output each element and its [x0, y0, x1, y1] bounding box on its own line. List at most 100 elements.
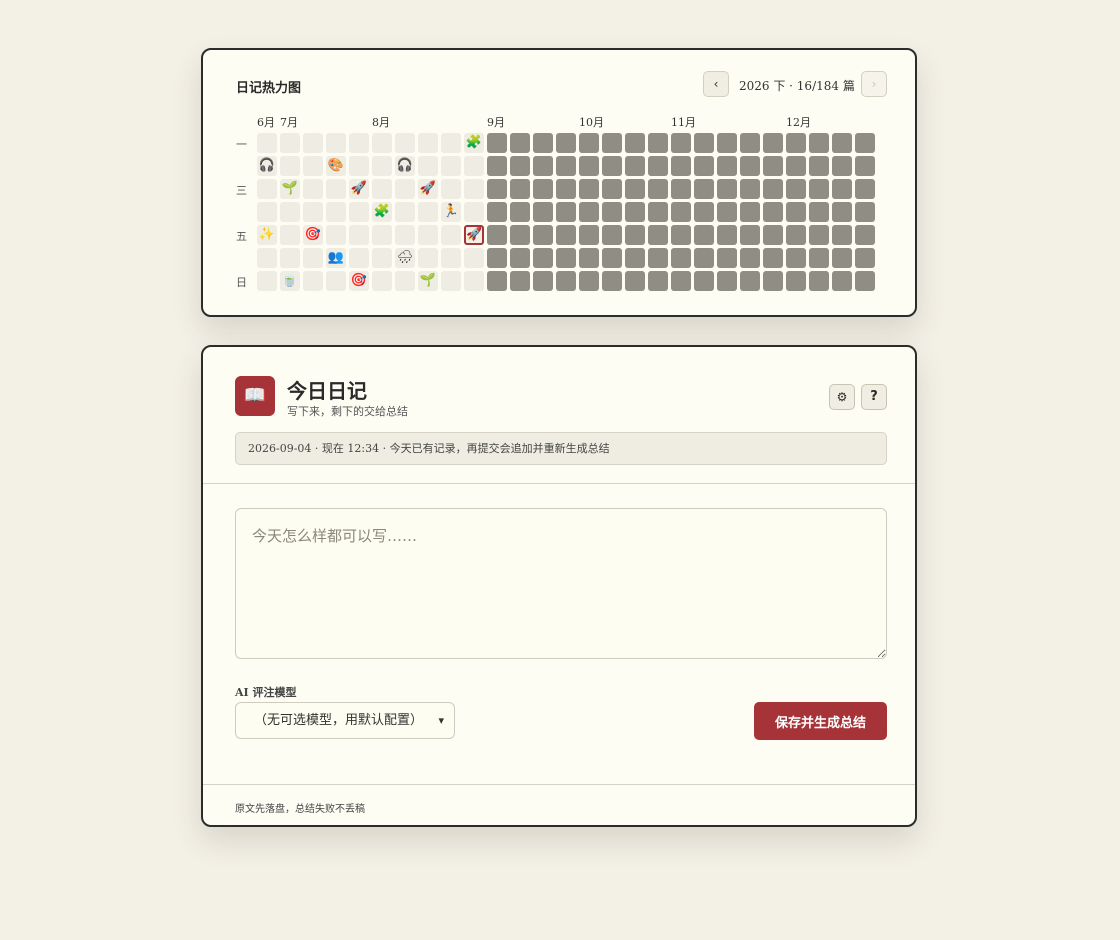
heatmap-cell-empty[interactable] — [441, 271, 461, 291]
heatmap-cell-future — [510, 156, 530, 176]
heatmap-cell-empty[interactable] — [418, 202, 438, 222]
heatmap-cell-empty[interactable] — [464, 202, 484, 222]
heatmap-cell-empty[interactable] — [326, 202, 346, 222]
heatmap-cell-entry[interactable]: 🎨 — [326, 156, 346, 176]
prev-period-button[interactable]: ‹ — [703, 71, 729, 97]
heatmap-cell-entry[interactable]: 🎧 — [257, 156, 277, 176]
heatmap-cell-empty[interactable] — [280, 156, 300, 176]
help-button[interactable]: ? — [861, 384, 887, 410]
heatmap-cell-future — [533, 202, 553, 222]
heatmap-cell-empty[interactable] — [280, 248, 300, 268]
heatmap-cell-entry[interactable]: 🚀 — [418, 179, 438, 199]
heatmap-cell-empty[interactable] — [326, 225, 346, 245]
heatmap-cell-empty[interactable] — [280, 225, 300, 245]
heatmap-cell-future — [717, 202, 737, 222]
heatmap-cell-future — [740, 271, 760, 291]
settings-button[interactable]: ⚙ — [829, 384, 855, 410]
heatmap-cell-empty[interactable] — [395, 225, 415, 245]
heatmap-cell-future — [625, 248, 645, 268]
heatmap-cell-empty[interactable] — [280, 202, 300, 222]
heatmap-cell-entry[interactable]: 🎯 — [303, 225, 323, 245]
heatmap-cell-future — [671, 133, 691, 153]
heatmap-cell-empty[interactable] — [349, 225, 369, 245]
heatmap-cell-future — [832, 133, 852, 153]
heatmap-cell-empty[interactable] — [441, 133, 461, 153]
heatmap-cell-empty[interactable] — [441, 179, 461, 199]
heatmap-cell-empty[interactable] — [303, 179, 323, 199]
heatmap-cell-entry[interactable]: 🏃 — [441, 202, 461, 222]
heatmap-cell-entry[interactable]: ✨ — [257, 225, 277, 245]
heatmap-cell-empty[interactable] — [280, 133, 300, 153]
heatmap-cell-future — [740, 225, 760, 245]
heatmap-cell-future — [487, 248, 507, 268]
heatmap-cell-empty[interactable] — [257, 202, 277, 222]
heatmap-cell-empty[interactable] — [441, 225, 461, 245]
heatmap-cell-empty[interactable] — [395, 202, 415, 222]
heatmap-cell-empty[interactable] — [395, 271, 415, 291]
heatmap-cell-empty[interactable] — [372, 271, 392, 291]
weekday-label: 日 — [236, 276, 247, 289]
heatmap-cell-entry[interactable]: 🍵 — [280, 271, 300, 291]
heatmap-cell-entry[interactable]: 🧩 — [372, 202, 392, 222]
heatmap-cell-future — [740, 248, 760, 268]
heatmap-cell-future — [855, 202, 875, 222]
heatmap-cell-empty[interactable] — [349, 202, 369, 222]
heatmap-cell-empty[interactable] — [418, 248, 438, 268]
heatmap-cell-empty[interactable] — [464, 271, 484, 291]
heatmap-cell-empty[interactable] — [464, 179, 484, 199]
heatmap-cell-empty[interactable] — [349, 133, 369, 153]
heatmap-cell-empty[interactable] — [303, 248, 323, 268]
heatmap-cell-empty[interactable] — [418, 225, 438, 245]
heatmap-cell-entry[interactable]: 🌧 — [395, 248, 415, 268]
heatmap-cell-empty[interactable] — [372, 248, 392, 268]
heatmap-cell-entry[interactable]: 🌱 — [418, 271, 438, 291]
next-period-button[interactable]: › — [861, 71, 887, 97]
weekday-label: 三 — [236, 184, 247, 197]
model-select[interactable]: （无可选模型，用默认配置） ▾ — [235, 702, 455, 739]
heatmap-cell-future — [855, 179, 875, 199]
heatmap-cell-empty[interactable] — [395, 133, 415, 153]
heatmap-cell-empty[interactable] — [372, 225, 392, 245]
heatmap-cell-empty[interactable] — [464, 248, 484, 268]
heatmap-cell-entry[interactable]: 👥 — [326, 248, 346, 268]
heatmap-cell-empty[interactable] — [257, 271, 277, 291]
heatmap-cell-empty[interactable] — [418, 133, 438, 153]
heatmap-cell-empty[interactable] — [303, 133, 323, 153]
heatmap-cell-empty[interactable] — [257, 133, 277, 153]
heatmap-cell-empty[interactable] — [326, 179, 346, 199]
heatmap-cell-future — [579, 248, 599, 268]
heatmap-cell-empty[interactable] — [303, 202, 323, 222]
heatmap-cell-entry[interactable]: 🎧 — [395, 156, 415, 176]
heatmap-cell-future — [809, 202, 829, 222]
heatmap-cell-future — [602, 133, 622, 153]
heatmap-cell-empty[interactable] — [349, 156, 369, 176]
heatmap-cell-empty[interactable] — [303, 271, 323, 291]
heatmap-cell-empty[interactable] — [326, 271, 346, 291]
save-and-summarize-button[interactable]: 保存并生成总结 — [754, 702, 887, 740]
heatmap-cell-empty[interactable] — [326, 133, 346, 153]
heatmap-cell-empty[interactable] — [372, 133, 392, 153]
heatmap-cell-future — [740, 179, 760, 199]
heatmap-cell-empty[interactable] — [441, 156, 461, 176]
heatmap-cell-empty[interactable] — [372, 156, 392, 176]
heatmap-cell-future — [487, 225, 507, 245]
heatmap-cell-empty[interactable] — [257, 179, 277, 199]
heatmap-cell-entry[interactable]: 🌱 — [280, 179, 300, 199]
heatmap-cell-empty[interactable] — [441, 248, 461, 268]
heatmap-cell-empty[interactable] — [464, 156, 484, 176]
heatmap-cell-future — [671, 202, 691, 222]
heatmap-cell-entry[interactable]: 🚀 — [349, 179, 369, 199]
heatmap-cell-future — [579, 225, 599, 245]
heatmap-cell-empty[interactable] — [372, 179, 392, 199]
heatmap-cell-empty[interactable] — [395, 179, 415, 199]
chevron-down-icon: ▾ — [438, 714, 444, 727]
diary-textarea[interactable] — [235, 508, 887, 659]
heatmap-cell-empty[interactable] — [257, 248, 277, 268]
heatmap-cell-empty[interactable] — [418, 156, 438, 176]
heatmap-cell-entry[interactable]: 🧩 — [464, 133, 484, 153]
heatmap-cell-empty[interactable] — [303, 156, 323, 176]
status-message: 2026-09-04 · 现在 12:34 · 今天已有记录，再提交会追加并重新… — [235, 432, 887, 465]
heatmap-cell-empty[interactable] — [349, 248, 369, 268]
heatmap-cell-entry[interactable]: 🎯 — [349, 271, 369, 291]
heatmap-cell-today[interactable]: 🚀 — [464, 225, 484, 245]
